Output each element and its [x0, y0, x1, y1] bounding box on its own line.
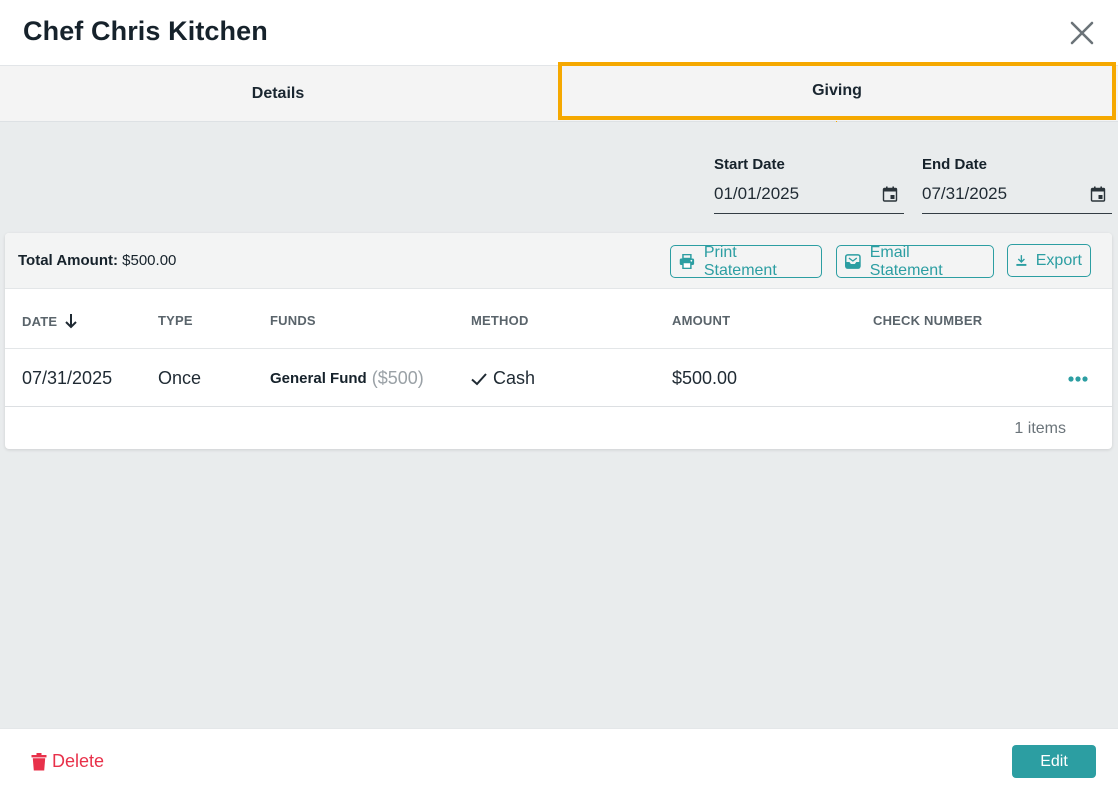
table-row[interactable]: 07/31/2025 Once General Fund ($500) Cash… [5, 349, 1112, 407]
total-amount-value: $500.00 [122, 252, 177, 269]
start-date-group: Start Date 01/01/2025 [714, 156, 904, 214]
cell-amount: $500.00 [672, 368, 738, 388]
envelope-icon [845, 254, 861, 269]
column-header-amount[interactable]: AMOUNT [672, 313, 730, 328]
table-header: DATE TYPE FUNDS METHOD AMOUNT CHECK NUMB… [5, 289, 1112, 349]
column-header-funds[interactable]: FUNDS [270, 313, 316, 328]
delete-label: Delete [52, 751, 105, 771]
item-count: 1 items [1014, 420, 1066, 437]
email-statement-button[interactable]: Email Statement [836, 243, 994, 279]
column-header-type[interactable]: TYPE [158, 313, 193, 328]
column-header-method[interactable]: METHOD [471, 313, 529, 328]
fund-amount: ($500) [371, 368, 424, 388]
end-date-value: 07/31/2025 [922, 184, 1008, 203]
export-button[interactable]: Export [1007, 244, 1091, 277]
cell-type: Once [158, 368, 202, 388]
cell-date: 07/31/2025 [22, 368, 113, 388]
start-date-label: Start Date [714, 156, 785, 173]
giving-card: Total Amount: $500.00 Print Statement Em… [5, 233, 1112, 449]
end-date-input[interactable]: 07/31/2025 [922, 182, 1112, 214]
print-statement-button[interactable]: Print Statement [670, 243, 822, 279]
modal-footer: Delete Edit [0, 728, 1118, 790]
download-icon [1016, 255, 1027, 266]
giving-panel: Start Date 01/01/2025 End Date 07/31/202… [0, 122, 1118, 728]
print-statement-label: Print Statement [703, 243, 777, 279]
more-horizontal-icon[interactable] [1067, 375, 1089, 383]
modal-header: Chef Chris Kitchen [0, 0, 1118, 66]
close-icon[interactable] [1068, 19, 1096, 47]
card-toolbar: Total Amount: $500.00 Print Statement Em… [5, 233, 1112, 289]
cell-method: Cash [471, 368, 535, 389]
method-label: Cash [493, 368, 536, 388]
tab-giving[interactable]: Giving [558, 62, 1116, 120]
start-date-input[interactable]: 01/01/2025 [714, 182, 904, 214]
check-icon [471, 372, 487, 385]
email-statement-label: Email Statement [869, 243, 943, 279]
printer-icon [679, 254, 695, 269]
column-header-check-number[interactable]: CHECK NUMBER [873, 313, 982, 328]
page-title: Chef Chris Kitchen [23, 16, 268, 46]
arrow-down-icon [65, 314, 77, 329]
trash-icon [31, 752, 47, 770]
total-amount: Total Amount: $500.00 [18, 252, 176, 269]
column-header-date[interactable]: DATE [22, 313, 78, 329]
tab-details[interactable]: Details [0, 66, 556, 122]
calendar-icon[interactable] [882, 186, 898, 202]
export-label: Export [1035, 251, 1082, 269]
fund-name: General Fund [270, 370, 367, 387]
calendar-icon[interactable] [1090, 186, 1106, 202]
end-date-label: End Date [922, 156, 988, 173]
edit-button[interactable]: Edit [1012, 745, 1096, 778]
tab-bar: Details Giving [0, 62, 1118, 127]
total-amount-label: Total Amount: [18, 252, 118, 269]
end-date-group: End Date 07/31/2025 [922, 156, 1112, 214]
cell-funds: General Fund ($500) [270, 368, 424, 389]
start-date-value: 01/01/2025 [714, 184, 800, 203]
delete-button[interactable]: Delete [31, 751, 104, 772]
